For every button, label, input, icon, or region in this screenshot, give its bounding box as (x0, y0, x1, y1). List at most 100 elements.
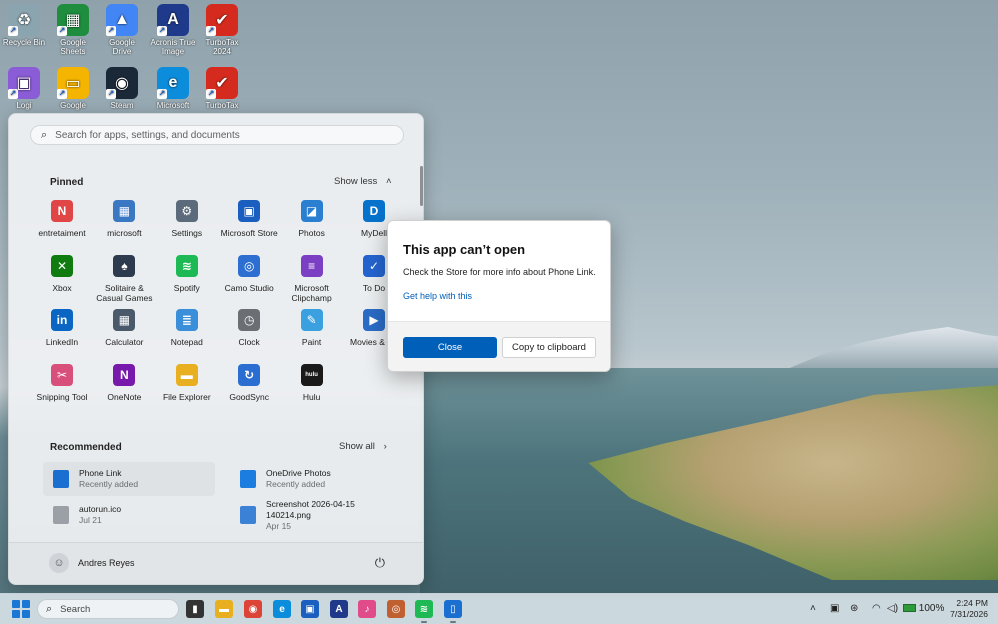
show-all-button[interactable]: Show all › (333, 439, 393, 454)
recommended-item[interactable]: OneDrive Photos Recently added (230, 462, 402, 496)
start-button[interactable] (12, 600, 30, 618)
desktop-icon[interactable]: ▦ ↗ Google Sheets (50, 4, 96, 56)
pinned-app[interactable]: Nentretaiment (31, 200, 93, 238)
xbox-icon: ✕ (51, 254, 73, 277)
edge-icon: e ↗ (157, 67, 189, 99)
taskbar-search[interactable]: ⌕ Search (37, 599, 179, 619)
desktop-icon[interactable]: ♻ ↗ Recycle Bin (1, 4, 47, 47)
desktop-icon[interactable]: ▭ ↗ Google (50, 67, 96, 110)
pinned-app[interactable]: ✕ Xbox (31, 254, 93, 293)
app-icon[interactable]: ◎ (387, 600, 405, 618)
pinned-app-label: Spotify (173, 282, 200, 293)
desktop-icon[interactable]: ◉ ↗ Steam (99, 67, 145, 110)
desktop-icon-label: Steam (110, 101, 134, 110)
user-account-button[interactable]: ☺ Andres Reyes (49, 553, 135, 573)
pinned-app-label: Xbox (52, 282, 72, 293)
sheets-icon: ▦ ↗ (57, 4, 89, 36)
power-icon[interactable]: ⏻ (375, 555, 385, 571)
goodsync-icon: ↻ (238, 363, 261, 386)
shortcut-arrow-icon: ↗ (57, 26, 67, 36)
chevron-up-icon[interactable]: ˄ (810, 603, 816, 614)
pinned-app[interactable]: hulu Hulu (281, 363, 343, 402)
user-name: Andres Reyes (78, 558, 135, 568)
pinned-app[interactable]: ≡ Microsoft Clipchamp (281, 254, 343, 303)
battery-icon[interactable]: 100% (903, 603, 944, 614)
recommended-item-name: Screenshot 2026-04-15 140214.png (265, 498, 355, 520)
edge-icon[interactable]: e (273, 600, 291, 618)
phone-link-icon[interactable]: ▯ (444, 600, 462, 618)
clock-date: 7/31/2026 (950, 609, 988, 619)
steam-icon: ◉ ↗ (106, 67, 138, 99)
desktop-icon[interactable]: ✔ ↗ TurboTax (199, 67, 245, 110)
onedrive-icon (238, 469, 258, 489)
recommended-item[interactable]: Screenshot 2026-04-15 140214.png Apr 15 (230, 498, 402, 532)
pinned-app[interactable]: N OneNote (93, 363, 155, 402)
store-icon[interactable]: ▣ (301, 600, 319, 618)
desktop-icon[interactable]: e ↗ Microsoft (150, 67, 196, 110)
recommended-item-sub: Recently added (266, 479, 326, 489)
pinned-app[interactable]: ◪ Photos (281, 200, 343, 238)
desktop-icon[interactable]: A ↗ Acronis True Image (150, 4, 196, 56)
shortcut-arrow-icon: ↗ (206, 89, 216, 99)
desktop-icon[interactable]: ▲ ↗ Google Drive (99, 4, 145, 56)
chrome-icon[interactable]: ◉ (244, 600, 262, 618)
wifi-icon[interactable]: ◠ (872, 603, 881, 614)
turbotax-icon: ✔ ↗ (206, 4, 238, 36)
tray-sync-icon[interactable]: ⊛ (850, 603, 858, 614)
pinned-app-label: entretaiment (38, 228, 86, 238)
pinned-app[interactable]: ≣ Notepad (156, 309, 218, 347)
onenote-icon: N (113, 363, 136, 386)
clock[interactable]: 2:24 PM 7/31/2026 (950, 598, 988, 620)
chevron-right-icon: › (383, 441, 387, 452)
itunes-icon[interactable]: ♪ (358, 600, 376, 618)
pinned-app[interactable]: ▬ File Explorer (156, 363, 218, 402)
desktop-icon-label: Google Sheets (60, 38, 86, 56)
pinned-app[interactable]: ⚙ Settings (156, 200, 218, 238)
acronis-icon[interactable]: A (330, 600, 348, 618)
show-all-label: Show all (339, 441, 375, 452)
taskbar: ⌕ Search ▮ ▬ ◉ e ▣ A ♪ ◎ ≋ ▯ ˄ ▣ ⊛ ◠ ◁) 100% 2:24… (0, 593, 998, 624)
notepad-icon: ≣ (175, 309, 198, 331)
pinned-app-label: Photos (298, 228, 325, 238)
spotify-icon[interactable]: ≋ (415, 600, 433, 618)
recommended-item[interactable]: Phone Link Recently added (43, 462, 215, 496)
start-scrollbar[interactable] (420, 166, 423, 206)
pinned-app[interactable]: ◷ Clock (218, 309, 280, 347)
show-less-button[interactable]: Show less ˄ (328, 174, 398, 189)
pinned-app[interactable]: in LinkedIn (31, 309, 93, 347)
pinned-app-label: Microsoft Clipchamp (291, 282, 332, 303)
acronis-icon: A ↗ (157, 4, 189, 36)
volume-icon[interactable]: ◁) (887, 603, 898, 614)
pinned-app[interactable]: ≋ Spotify (156, 254, 218, 293)
pinned-app[interactable]: ✎ Paint (281, 309, 343, 347)
pinned-app-label: Hulu (302, 391, 321, 402)
pinned-app[interactable]: ▣ Microsoft Store (218, 200, 280, 238)
file-explorer-icon[interactable]: ▬ (215, 600, 233, 618)
shortcut-arrow-icon: ↗ (8, 89, 18, 99)
copy-to-clipboard-button[interactable]: Copy to clipboard (502, 337, 596, 358)
pinned-title: Pinned (50, 177, 84, 188)
start-search-placeholder: Search for apps, settings, and documents (55, 129, 240, 141)
task-view-icon[interactable]: ▮ (186, 600, 204, 618)
pinned-app[interactable]: ✂ Snipping Tool (31, 363, 93, 402)
pinned-app[interactable]: ▦ Calculator (93, 309, 155, 347)
running-indicator (450, 621, 456, 623)
pinned-app-label: Settings (171, 228, 203, 238)
recommended-item[interactable]: autorun.ico Jul 21 (43, 498, 215, 532)
get-help-link[interactable]: Get help with this (403, 291, 472, 301)
pinned-app[interactable]: ↻ GoodSync (218, 363, 280, 402)
start-search-input[interactable]: ⌕ Search for apps, settings, and documen… (30, 125, 404, 145)
pinned-app[interactable]: ▦ microsoft (93, 200, 155, 238)
wallpaper-mountain (780, 327, 998, 372)
calculator-icon: ▦ (113, 309, 136, 331)
close-button[interactable]: Close (403, 337, 497, 358)
desktop-icon[interactable]: ▣ ↗ Logi (1, 67, 47, 110)
tray-app-icon[interactable]: ▣ (830, 603, 839, 614)
drive-icon: ▲ ↗ (106, 4, 138, 36)
desktop-icon-label: Microsoft (156, 101, 190, 110)
pinned-app[interactable]: ◎ Camo Studio (218, 254, 280, 293)
store-icon: ▣ (238, 200, 261, 222)
pinned-app[interactable]: ♠ Solitaire & Casual Games (93, 254, 155, 303)
desktop-icon[interactable]: ✔ ↗ TurboTax 2024 (199, 4, 245, 56)
pinned-app-label: Camo Studio (224, 282, 274, 293)
